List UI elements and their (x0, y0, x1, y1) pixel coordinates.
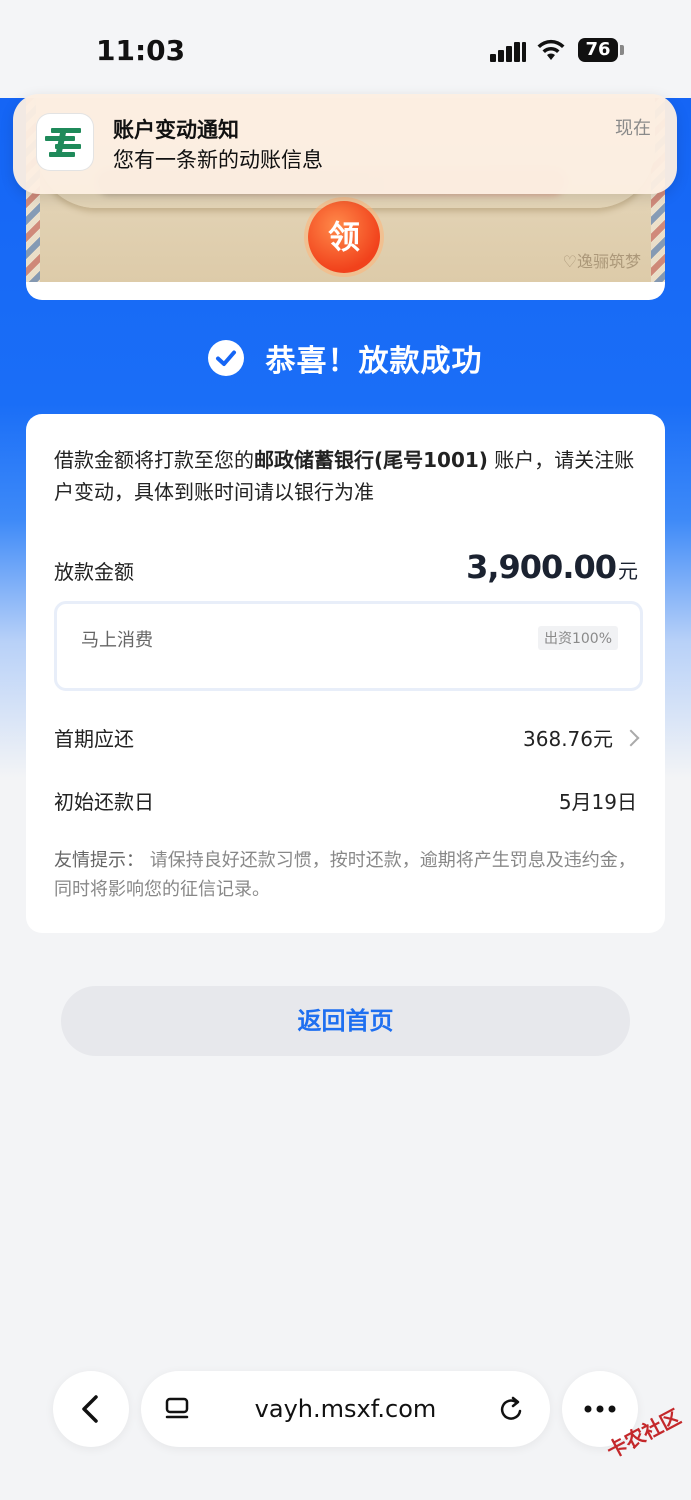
bank-account: 邮政储蓄银行(尾号1001) (254, 448, 488, 472)
brand-watermark: ♡逸骊筑梦 (562, 252, 641, 271)
return-home-button[interactable]: 返回首页 (61, 986, 630, 1056)
push-notification[interactable]: 账户变动通知 您有一条新的动账信息 现在 (13, 94, 677, 194)
amount-value: 3,900.00 元 (466, 548, 638, 586)
claim-button[interactable]: 领 (308, 201, 380, 273)
success-heading: 恭喜！放款成功 (0, 336, 691, 380)
first-date-value: 5月19日 (558, 790, 637, 814)
status-time: 11:03 (96, 34, 186, 67)
amount-label: 放款金额 (54, 560, 134, 584)
battery-icon: 76 (578, 38, 618, 62)
lender-share-badge: 出资100% (537, 626, 618, 650)
status-bar: 11:03 76 (0, 0, 691, 98)
first-payment-value: 368.76元 (523, 727, 613, 751)
friendly-tip: 友情提示： 请保持良好还款习惯，按时还款，逾期将产生罚息及违约金，同时将影响您的… (54, 850, 636, 900)
first-payment-row[interactable]: 368.76元 (523, 723, 640, 752)
url-text: vayh.msxf.com (254, 1395, 437, 1423)
notification-title: 账户变动通知 (113, 118, 239, 142)
payout-notice: 借款金额将打款至您的邮政储蓄银行(尾号1001) 账户，请关注账户变动，具体到账… (54, 448, 635, 504)
battery-cap (620, 45, 624, 55)
first-date-label: 初始还款日 (54, 790, 154, 814)
wifi-icon (537, 39, 565, 60)
chevron-right-icon (622, 729, 640, 747)
address-bar[interactable]: vayh.msxf.com (141, 1371, 550, 1447)
back-button[interactable] (53, 1371, 129, 1447)
browser-toolbar: vayh.msxf.com (0, 1360, 691, 1460)
reload-icon[interactable] (496, 1393, 528, 1425)
chevron-left-icon (82, 1395, 98, 1423)
postal-bank-icon (37, 114, 93, 170)
notification-body: 您有一条新的动账信息 (113, 148, 323, 172)
lender-box: 马上消费 出资100% (54, 601, 643, 691)
notification-time: 现在 (615, 118, 651, 139)
first-payment-label: 首期应还 (54, 727, 134, 751)
loan-info-card: 借款金额将打款至您的邮政储蓄银行(尾号1001) 账户，请关注账户变动，具体到账… (26, 414, 665, 933)
success-text: 恭喜！放款成功 (265, 344, 483, 379)
cellular-signal-icon (490, 40, 526, 62)
lender-name: 马上消费 (81, 630, 153, 651)
check-circle-icon (208, 340, 245, 376)
